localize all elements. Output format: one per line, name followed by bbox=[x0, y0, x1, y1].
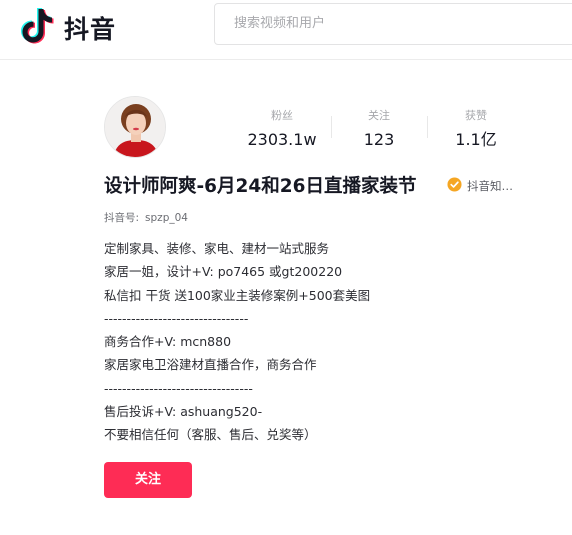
profile-bio: 定制家具、装修、家电、建材一站式服务 家居一姐，设计+V: po7465 或gt… bbox=[104, 237, 544, 447]
bio-line: 商务合作+V: mcn880 bbox=[104, 334, 232, 350]
stat-followers[interactable]: 粉丝 2303.1w bbox=[237, 108, 327, 150]
bio-line: --------------------------------- bbox=[104, 380, 253, 396]
avatar-portrait bbox=[105, 97, 165, 157]
bio-line: 不要相信任何（客服、售后、兑奖等） bbox=[104, 427, 317, 443]
stat-divider bbox=[427, 116, 428, 138]
bio-line: 家居一姐，设计+V: po7465 或gt200220 bbox=[104, 264, 343, 280]
verified-badge-icon bbox=[447, 177, 462, 192]
bio-line: 售后投诉+V: ashuang520- bbox=[104, 404, 263, 420]
stat-value: 1.1亿 bbox=[455, 130, 497, 149]
stat-divider bbox=[331, 116, 332, 138]
stat-likes: 获赞 1.1亿 bbox=[431, 108, 521, 150]
stat-value: 123 bbox=[363, 130, 395, 149]
logo-text: 抖音 bbox=[64, 15, 117, 44]
profile-name: 设计师阿爽-6月24和26日直播家装节 bbox=[104, 176, 417, 197]
top-header: 抖音 搜索视频和用户 bbox=[0, 0, 572, 60]
follow-button[interactable]: 关注 bbox=[104, 462, 192, 498]
bio-line: -------------------------------- bbox=[104, 310, 249, 326]
bio-line: 定制家具、装修、家电、建材一站式服务 bbox=[104, 241, 330, 256]
stat-label: 粉丝 bbox=[271, 109, 293, 122]
avatar[interactable] bbox=[104, 96, 166, 158]
bio-line: 家居家电卫浴建材直播合作，商务合作 bbox=[104, 357, 317, 373]
stat-value: 2303.1w bbox=[247, 130, 317, 149]
verify-label[interactable]: 抖音知… bbox=[467, 178, 513, 194]
bio-line: 私信扣 干货 送100家业主装修案例+500套美图 bbox=[104, 287, 371, 303]
id-label: 抖音号: bbox=[104, 212, 140, 224]
douyin-logo[interactable]: 抖音 bbox=[20, 4, 130, 48]
stat-label: 获赞 bbox=[465, 109, 487, 122]
stat-label: 关注 bbox=[368, 109, 390, 122]
id-value: spzp_04 bbox=[145, 212, 188, 224]
douyin-id: 抖音号: spzp_04 bbox=[104, 210, 188, 226]
stat-following[interactable]: 关注 123 bbox=[334, 108, 424, 150]
tiktok-note-icon bbox=[21, 8, 54, 44]
search-input[interactable]: 搜索视频和用户 bbox=[214, 3, 572, 45]
